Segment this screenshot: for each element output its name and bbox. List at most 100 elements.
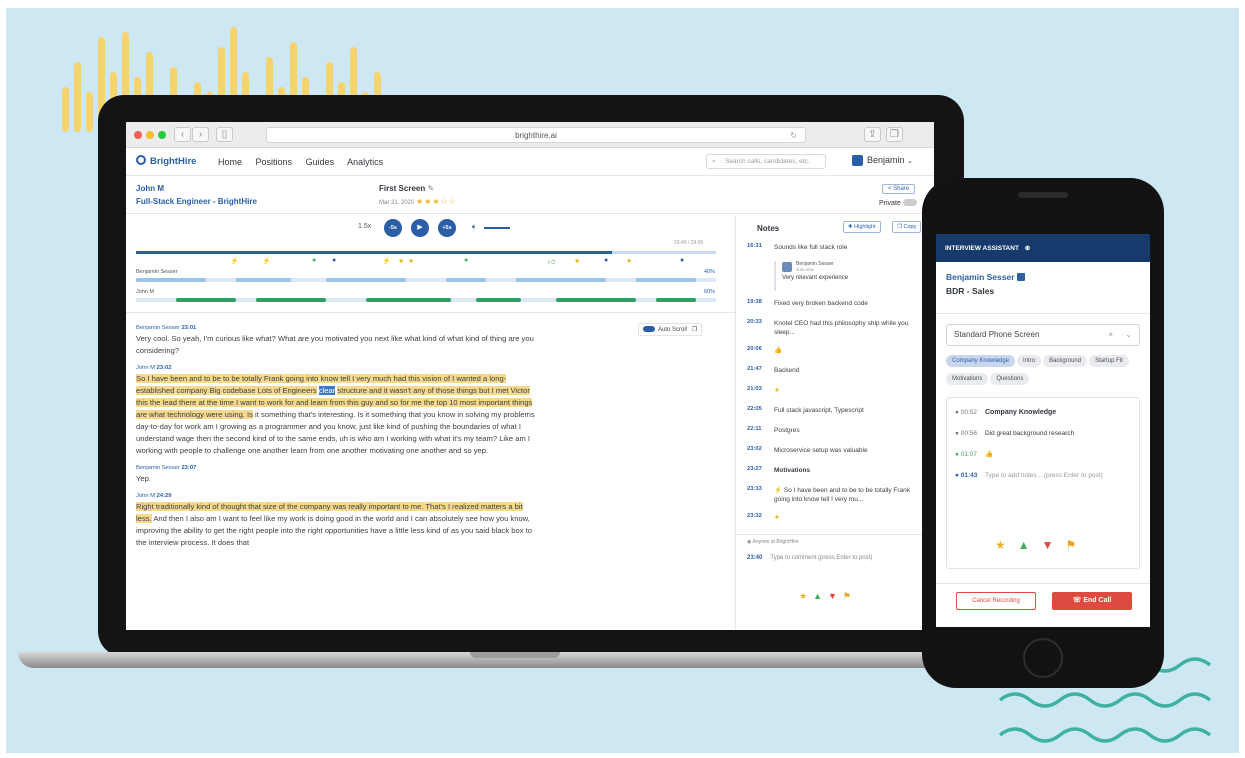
note-item[interactable]: 20:33 Knotel CEO had this philosophy ship… [747,319,927,341]
rewind-button[interactable]: -5s [384,219,402,237]
speaker-time[interactable]: 24:29 [157,493,172,499]
chevron-down-icon[interactable]: ⌄ [1125,325,1132,345]
speaker-time[interactable]: 23:01 [181,325,196,331]
selected-word[interactable]: clear [318,386,336,395]
thumbs-up-icon[interactable]: ▲ [1018,538,1042,552]
nav-home[interactable]: Home [218,157,242,167]
copy-label: Copy [903,224,917,230]
play-icon: ▶ [417,224,423,231]
candidate-name[interactable]: John M [136,184,164,193]
nav-analytics[interactable]: Analytics [347,157,383,167]
note-time[interactable]: 23:32 [747,513,762,519]
profile-name[interactable]: Benjamin Sesser [946,272,1140,282]
note-item[interactable]: 19:38 Fixed very broken backend code [747,299,927,314]
note-time[interactable]: 19:38 [747,299,762,305]
note-item[interactable]: 16:31 Sounds like full stack role [747,243,927,258]
volume-icon[interactable]: 🔈︎ [472,222,477,232]
note-time[interactable]: 20:06 [747,346,762,352]
note-item[interactable]: 22:11 Postgres [747,426,927,441]
reload-icon[interactable]: ↻ [790,128,797,143]
note-time[interactable]: 21:47 [747,366,762,372]
sidebar-icon[interactable]: ▯ [216,127,233,142]
user-menu[interactable]: Benjamin ⌄ [852,155,913,167]
note-time[interactable]: 22:11 [747,426,762,432]
add-circle-icon[interactable]: ⊕ [1025,245,1030,252]
back-arrow-icon[interactable]: ‹ [174,127,191,142]
star-icon[interactable]: ★ [995,538,1018,552]
track-candidate [136,298,716,302]
rating-stars[interactable]: ★★★☆☆ [416,197,457,206]
nav-positions[interactable]: Positions [256,157,293,167]
chip-background[interactable]: Background [1043,355,1088,367]
linkedin-icon[interactable] [1016,273,1025,281]
note-time[interactable]: ● 01:07 [955,450,977,460]
edit-pencil-icon[interactable]: ✎ [427,184,434,193]
chip-company-knowledge[interactable]: Company Knowledge [946,355,1016,367]
assistant-body: Standard Phone Screen × ⌄ Company Knowledg… [936,314,1150,569]
timeline[interactable] [136,251,716,254]
note-item[interactable]: 23:32 ★ [747,513,927,528]
playback-speed[interactable]: 1.5x [358,223,371,230]
thumbs-up-icon[interactable]: ▲ [813,591,828,601]
tabs-icon[interactable]: ❐ [886,127,903,142]
minimize-window-button[interactable] [146,131,154,139]
note-item[interactable]: 23:33 ⚡ So I have been and to be to be to… [747,486,927,508]
guide-select[interactable]: Standard Phone Screen × ⌄ [946,324,1140,346]
maximize-window-button[interactable] [158,131,166,139]
chip-startup-fit[interactable]: Startup Fit [1089,355,1129,367]
speaker-name: John M [136,493,156,499]
clear-icon[interactable]: × [1108,325,1113,345]
share-icon[interactable]: ⇪ [864,127,881,142]
copy-icon[interactable]: ❐ [692,327,697,333]
note-time[interactable]: 23:33 [747,486,762,492]
avatar [852,155,863,167]
note-item[interactable]: 21:03 ★ [747,386,927,401]
copy-button[interactable]: ❐ Copy [892,221,922,233]
note-item[interactable]: 23:27 Motivations [747,466,927,481]
forward-arrow-icon[interactable]: › [192,127,209,142]
speaker-time[interactable]: 23:07 [181,465,196,471]
note-time[interactable]: 22:05 [747,406,762,412]
star-icon[interactable]: ★ [799,591,813,601]
comment-input[interactable]: 23:40 Type to comment (press Enter to pos… [747,555,927,561]
visibility-select[interactable]: ◉ Anyone at BrightHire [747,539,799,545]
search-input[interactable]: ⌕ Search calls, candidates, etc. [706,154,826,169]
end-call-button[interactable]: ☏ End Call [1052,592,1132,610]
cancel-recording-button[interactable]: Cancel Recording [956,592,1036,610]
flag-icon[interactable]: ⚑ [1066,538,1089,552]
close-window-button[interactable] [134,131,142,139]
home-button[interactable] [1023,638,1063,678]
note-item[interactable]: 21:47 Backend [747,366,927,381]
note-item[interactable]: 22:05 Full stack javascript, Typescript [747,406,927,421]
note-time[interactable]: 23:27 [747,466,762,472]
note-item[interactable]: 23:02 Microservice setup was valuable [747,446,927,461]
flag-icon[interactable]: ⚑ [843,591,857,601]
play-button[interactable]: ▶ [411,219,429,237]
note-time[interactable]: ● 00:56 [955,429,977,439]
note-time[interactable]: 16:31 [747,243,762,249]
note-input[interactable]: ● 01:43 Type to add notes... (press Enter… [947,471,1139,481]
chip-intro[interactable]: Intro [1017,355,1042,367]
chip-questions[interactable]: Questions [990,373,1030,385]
note-time[interactable]: 20:33 [747,319,762,325]
note-time[interactable]: 23:02 [747,446,762,452]
thumbs-down-icon[interactable]: ▼ [1042,538,1066,552]
auto-scroll-toggle[interactable]: Auto Scroll ❐ [638,323,703,336]
share-button[interactable]: < Share [882,184,916,194]
volume-slider[interactable] [484,227,510,229]
url-bar[interactable]: brighthire.ai ↻ [266,127,806,143]
highlight-button[interactable]: ✚ Highlight [843,221,881,233]
role-title[interactable]: Full-Stack Engineer - BrightHire [136,197,257,206]
nav-guides[interactable]: Guides [306,157,335,167]
note-item[interactable]: 20:06 👍 [747,346,927,361]
brighthire-logo[interactable]: BrightHire [136,155,196,167]
note-time[interactable]: ● 00:52 [955,408,977,418]
speaker-time[interactable]: 23:02 [157,365,172,371]
thumbs-down-icon[interactable]: ▼ [828,591,843,601]
private-toggle[interactable]: Private [879,199,917,207]
interview-date: Mar 31, 2020 [379,200,415,206]
note-time[interactable]: 21:03 [747,386,762,392]
speaker-label: Benjamin Sesser 23:07 [136,465,536,471]
chip-motivations[interactable]: Motivations [946,373,989,385]
forward-button[interactable]: +5s [438,219,456,237]
